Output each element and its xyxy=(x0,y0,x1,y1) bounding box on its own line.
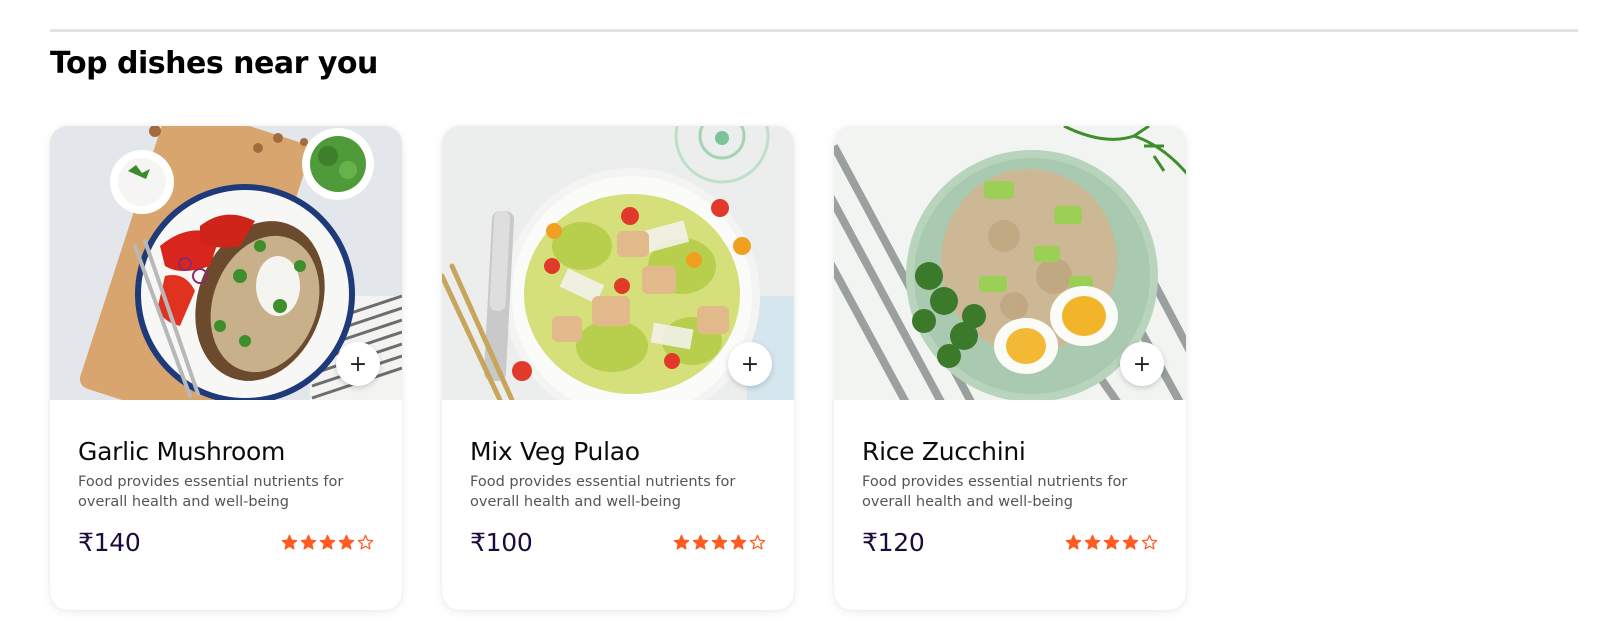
star-rating xyxy=(1065,534,1158,551)
dish-name: Mix Veg Pulao xyxy=(470,437,640,466)
dish-card-list: + Garlic Mushroom Food provides essentia… xyxy=(50,126,1186,610)
dish-price: ₹140 xyxy=(78,528,141,557)
dish-price: ₹100 xyxy=(470,528,533,557)
dish-description: Food provides essential nutrients for ov… xyxy=(862,474,1128,510)
dish-photo: + xyxy=(834,126,1186,400)
section-divider xyxy=(50,29,1578,32)
star-outline-icon xyxy=(1141,534,1158,550)
dish-card[interactable]: + Garlic Mushroom Food provides essentia… xyxy=(50,126,402,610)
plus-icon: + xyxy=(348,351,368,377)
add-to-cart-button[interactable]: + xyxy=(1120,342,1164,386)
dish-card[interactable]: + Rice Zucchini Food provides essential … xyxy=(834,126,1186,610)
star-outline-icon xyxy=(357,534,374,550)
star-filled-icon xyxy=(692,534,709,550)
plus-icon: + xyxy=(740,351,760,377)
star-outline-icon xyxy=(749,534,766,550)
dish-photo: + xyxy=(50,126,402,400)
star-filled-icon xyxy=(300,534,317,550)
star-filled-icon xyxy=(711,534,728,550)
dish-name: Rice Zucchini xyxy=(862,437,1026,466)
star-filled-icon xyxy=(1084,534,1101,550)
star-rating xyxy=(281,534,374,551)
dish-price: ₹120 xyxy=(862,528,925,557)
plus-icon: + xyxy=(1132,351,1152,377)
star-filled-icon xyxy=(1065,534,1082,550)
dish-card[interactable]: + Mix Veg Pulao Food provides essential … xyxy=(442,126,794,610)
star-filled-icon xyxy=(1103,534,1120,550)
star-filled-icon xyxy=(1122,534,1139,550)
star-filled-icon xyxy=(730,534,747,550)
section-title: Top dishes near you xyxy=(50,46,378,81)
add-to-cart-button[interactable]: + xyxy=(728,342,772,386)
dish-photo: + xyxy=(442,126,794,400)
dish-description: Food provides essential nutrients for ov… xyxy=(470,474,736,510)
star-filled-icon xyxy=(338,534,355,550)
star-filled-icon xyxy=(281,534,298,550)
dish-description: Food provides essential nutrients for ov… xyxy=(78,474,344,510)
star-rating xyxy=(673,534,766,551)
star-filled-icon xyxy=(319,534,336,550)
add-to-cart-button[interactable]: + xyxy=(336,342,380,386)
dish-name: Garlic Mushroom xyxy=(78,437,286,466)
star-filled-icon xyxy=(673,534,690,550)
